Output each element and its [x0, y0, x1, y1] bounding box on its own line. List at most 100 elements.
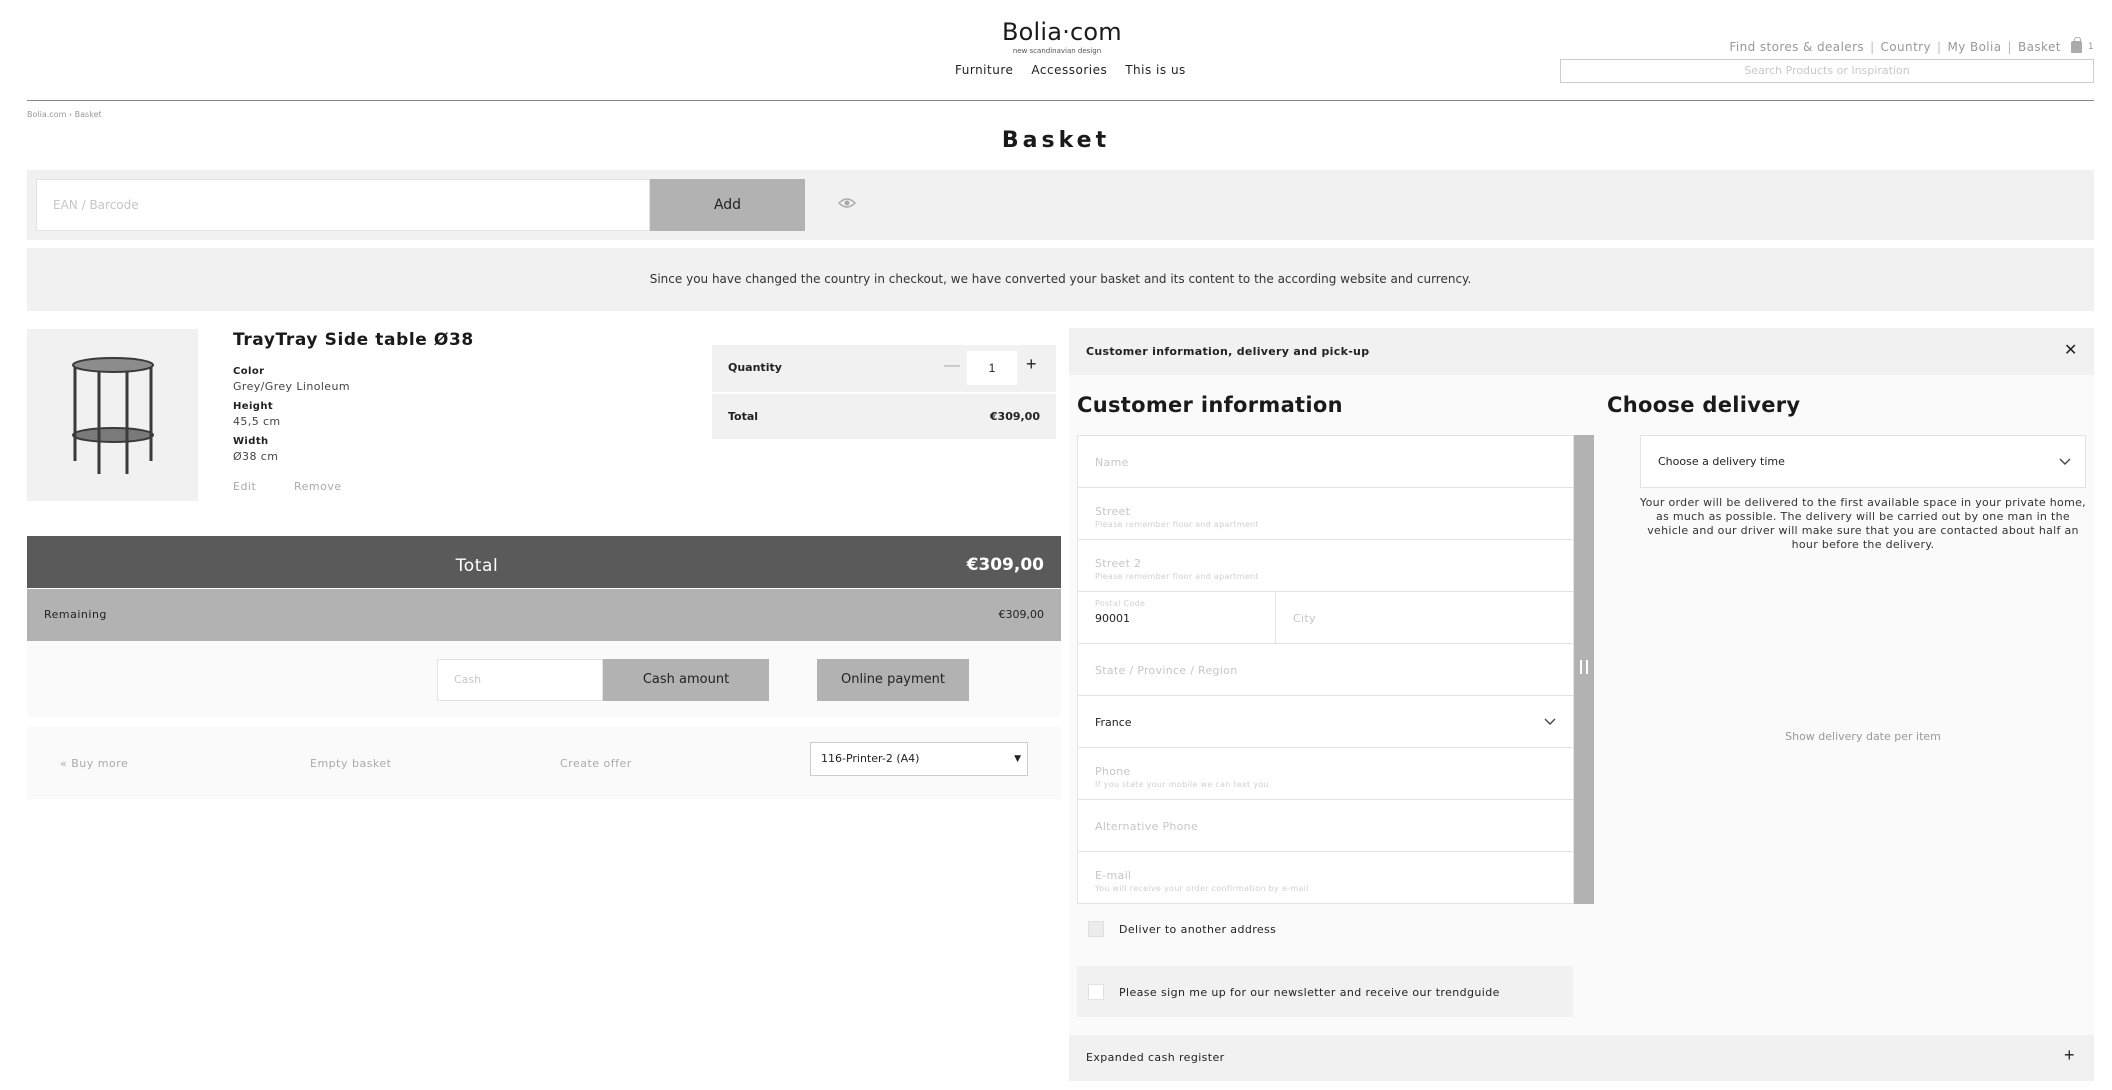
street2-placeholder: Street 2 — [1095, 557, 1142, 570]
basket-bag-icon[interactable] — [2070, 37, 2082, 53]
remaining-value: €309,00 — [998, 608, 1045, 621]
quantity-label: Quantity — [728, 361, 782, 374]
delivery-time-value: Choose a delivery time — [1658, 455, 1785, 468]
newsletter-checkbox[interactable] — [1088, 984, 1104, 1000]
quantity-increase-button[interactable]: + — [1026, 354, 1037, 375]
separator: | — [2007, 40, 2012, 54]
total-label: Total — [455, 556, 499, 576]
separator: | — [1937, 40, 1942, 54]
expand-plus-icon[interactable]: + — [2064, 1045, 2075, 1066]
header-divider — [27, 100, 2094, 101]
checkout-panel-title: Customer information, delivery and pick-… — [1086, 345, 1370, 358]
state-placeholder: State / Province / Region — [1095, 664, 1238, 677]
logo-wordmark: Bolia·com — [1002, 18, 1122, 46]
postal-code-value: 90001 — [1095, 612, 1130, 625]
show-delivery-date-link[interactable]: Show delivery date per item — [1640, 730, 2086, 743]
customer-info-title: Customer information — [1077, 393, 1343, 417]
name-field[interactable]: Name — [1078, 436, 1573, 488]
deliver-other-checkbox[interactable] — [1088, 921, 1104, 937]
page-title: Basket — [1001, 128, 1111, 153]
nav-furniture[interactable]: Furniture — [955, 63, 1013, 77]
edit-link[interactable]: Edit — [233, 480, 256, 493]
attribute-label: Color — [233, 366, 265, 377]
email-placeholder: E-mail — [1095, 869, 1132, 882]
customer-form: Name Street Please remember floor and ap… — [1077, 435, 1574, 904]
street-hint: Please remember floor and apartment — [1095, 520, 1259, 529]
caret-down-icon: ▼ — [1014, 754, 1021, 764]
expanded-cash-register-label: Expanded cash register — [1086, 1051, 1225, 1064]
phone-field[interactable]: Phone If you state your mobile we can te… — [1078, 748, 1573, 800]
add-button[interactable]: Add — [650, 179, 805, 231]
alt-phone-field[interactable]: Alternative Phone — [1078, 800, 1573, 852]
quantity-decrease-button[interactable]: — — [944, 357, 960, 375]
attribute-value: Grey/Grey Linoleum — [233, 380, 350, 393]
chevron-down-icon — [2059, 458, 2071, 465]
close-icon[interactable]: ✕ — [2064, 340, 2077, 360]
breadcrumb: Bolia.com › Basket — [27, 110, 102, 119]
deliver-other-label[interactable]: Deliver to another address — [1119, 923, 1276, 936]
alt-phone-placeholder: Alternative Phone — [1095, 820, 1199, 833]
side-table-illustration — [72, 357, 154, 474]
product-name[interactable]: TrayTray Side table Ø38 — [233, 330, 474, 350]
postal-code-label: Postal Code — [1095, 599, 1146, 608]
remaining-label: Remaining — [44, 608, 107, 621]
barcode-input[interactable]: EAN / Barcode — [36, 179, 650, 231]
state-field[interactable]: State / Province / Region — [1078, 644, 1573, 696]
email-hint: You will receive your order confirmation… — [1095, 884, 1309, 893]
main-nav: Furniture Accessories This is us — [955, 63, 1186, 77]
remove-link[interactable]: Remove — [294, 480, 342, 493]
city-placeholder: City — [1293, 612, 1316, 625]
attribute-label: Height — [233, 401, 274, 412]
email-field[interactable]: E-mail You will receive your order confi… — [1078, 852, 1573, 903]
cash-amount-button[interactable]: Cash amount — [603, 659, 769, 701]
currency-notice: Since you have changed the country in ch… — [27, 248, 2094, 311]
attribute-value: Ø38 cm — [233, 450, 279, 463]
online-payment-button[interactable]: Online payment — [817, 659, 969, 701]
country-value: France — [1095, 716, 1132, 729]
street2-field[interactable]: Street 2 Please remember floor and apart… — [1078, 540, 1573, 592]
basket-link[interactable]: Basket — [2018, 40, 2061, 54]
quantity-divider — [712, 392, 1056, 394]
eye-icon[interactable] — [838, 197, 856, 209]
breadcrumb-separator: › — [68, 110, 73, 119]
separator: | — [1870, 40, 1875, 54]
phone-placeholder: Phone — [1095, 765, 1131, 778]
logo[interactable]: Bolia·com new scandinavian design — [1002, 18, 1122, 55]
product-image[interactable] — [27, 329, 198, 501]
breadcrumb-current[interactable]: Basket — [75, 110, 102, 119]
nav-this-is-us[interactable]: This is us — [1125, 63, 1186, 77]
street2-hint: Please remember floor and apartment — [1095, 572, 1259, 581]
printer-value: 116-Printer-2 (A4) — [821, 752, 920, 765]
buy-more-link[interactable]: « Buy more — [60, 757, 128, 770]
my-bolia-link[interactable]: My Bolia — [1947, 40, 2001, 54]
quantity-input[interactable]: 1 — [967, 351, 1017, 385]
basket-count: 1 — [2087, 42, 2094, 52]
scrollbar-grip-icon[interactable] — [1580, 660, 1588, 674]
utility-nav: Find stores & dealers | Country | My Bol… — [1729, 37, 2094, 54]
create-offer-link[interactable]: Create offer — [560, 757, 632, 770]
country-select[interactable]: France — [1078, 696, 1573, 748]
logo-tagline: new scandinavian design — [1012, 47, 1102, 55]
country-link[interactable]: Country — [1881, 40, 1931, 54]
delivery-time-select[interactable]: Choose a delivery time — [1640, 435, 2086, 488]
breadcrumb-home[interactable]: Bolia.com — [27, 110, 66, 119]
name-placeholder: Name — [1095, 456, 1129, 469]
delivery-title: Choose delivery — [1607, 393, 1801, 417]
attribute-value: 45,5 cm — [233, 415, 281, 428]
search-input[interactable]: Search Products or Inspiration — [1560, 59, 2094, 83]
line-total-value: €309,00 — [989, 410, 1040, 423]
chevron-down-icon — [1544, 718, 1556, 725]
find-stores-link[interactable]: Find stores & dealers — [1729, 40, 1864, 54]
empty-basket-link[interactable]: Empty basket — [310, 757, 391, 770]
street-field[interactable]: Street Please remember floor and apartme… — [1078, 488, 1573, 540]
delivery-description: Your order will be delivered to the firs… — [1640, 496, 2086, 551]
street-placeholder: Street — [1095, 505, 1131, 518]
printer-select[interactable]: 116-Printer-2 (A4) ▼ — [810, 742, 1028, 776]
city-field[interactable]: City — [1276, 592, 1573, 644]
total-value: €309,00 — [966, 555, 1044, 575]
nav-accessories[interactable]: Accessories — [1031, 63, 1107, 77]
postal-code-field[interactable]: Postal Code 90001 — [1078, 592, 1276, 644]
attribute-label: Width — [233, 436, 269, 447]
newsletter-label[interactable]: Please sign me up for our newsletter and… — [1119, 986, 1500, 999]
cash-input[interactable]: Cash — [437, 659, 603, 701]
